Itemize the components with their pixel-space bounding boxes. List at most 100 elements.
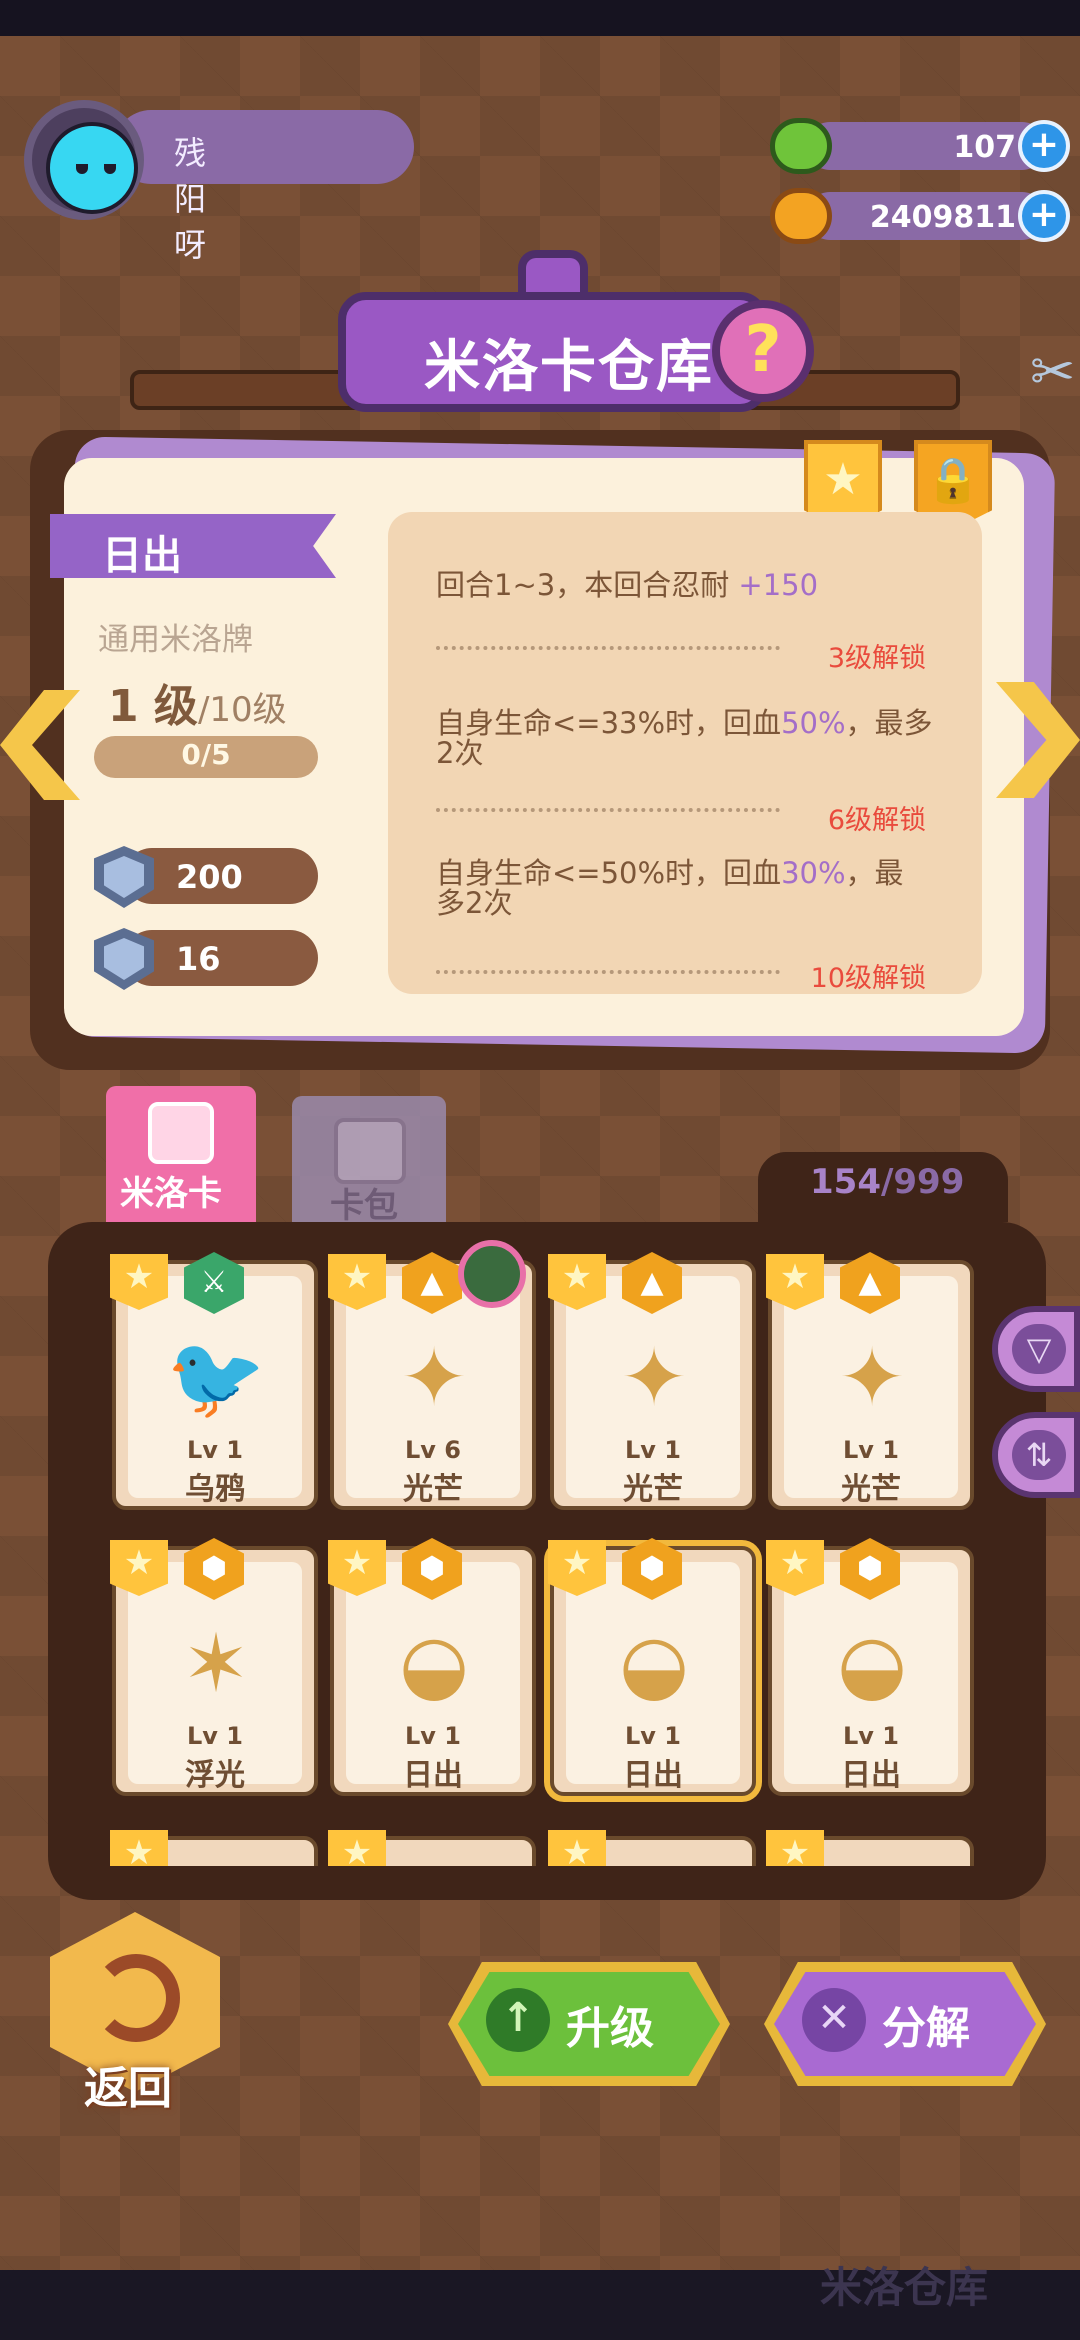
sunrise-icon: ◒ <box>399 1617 469 1710</box>
card-level: Lv 1 <box>625 1436 681 1464</box>
star-icon: ★ <box>823 454 863 505</box>
username: 残阳呀 <box>174 134 207 264</box>
add-coins-button[interactable]: + <box>1018 190 1070 242</box>
card-type: 通用米洛牌 <box>98 622 253 658</box>
back-label[interactable]: 返回 <box>84 2052 172 2116</box>
card-name: 乌鸦 <box>185 1472 245 1507</box>
skill-3-text: 自身生命<=50%时，回血30%，最多2次 <box>436 856 904 920</box>
skills-box: 回合1~3，本回合忍耐 +150 3级解锁 自身生命<=33%时，回血50%，最… <box>388 512 982 994</box>
gold-planet-coin-icon <box>770 188 832 244</box>
add-gems-button[interactable]: + <box>1018 120 1070 172</box>
upgrade-button[interactable]: ↑ 升级 <box>448 1962 730 2086</box>
coin-count: 2409811 <box>869 200 1016 235</box>
tab-label: 米洛卡 <box>120 1174 222 1214</box>
card-level: 1 级/10级 <box>108 670 287 734</box>
tab-card-pack[interactable]: 卡包 <box>292 1096 446 1226</box>
card-name: 光芒 <box>403 1472 463 1507</box>
card-name-tag <box>50 514 336 578</box>
card-name: 光芒 <box>623 1472 683 1507</box>
card-level: Lv 1 <box>187 1436 243 1464</box>
card-name: 日出 <box>623 1758 683 1793</box>
up-arrow-icon: ↑ <box>486 1988 550 2052</box>
crow-icon: 🐦 <box>166 1331 266 1424</box>
card-level: Lv 1 <box>625 1722 681 1750</box>
card-item[interactable]: ◒ ★ ⬢ Lv 1 日出 <box>328 1538 536 1796</box>
skill-1-unlock: 3级解锁 <box>827 643 926 674</box>
card-level: Lv 1 <box>843 1436 899 1464</box>
hp-value: 200 <box>176 858 243 896</box>
equipped-avatar-icon <box>458 1240 526 1308</box>
card-name: 日出 <box>403 1758 463 1793</box>
tab-label: 卡包 <box>330 1186 398 1226</box>
star-icon: ★ <box>548 1830 606 1866</box>
star-burst-icon: ✦ <box>838 1331 906 1424</box>
scissors-icon[interactable]: ✂ <box>1030 340 1080 410</box>
hp-stat: 200 <box>94 846 318 908</box>
defense-value: 16 <box>176 940 221 978</box>
star-icon: ★ <box>328 1830 386 1866</box>
card-level: Lv 6 <box>405 1436 461 1464</box>
divider <box>436 808 780 812</box>
skill-1-text: 回合1~3，本回合忍耐 +150 <box>436 568 819 602</box>
exp-value: 0/5 <box>181 738 231 771</box>
sunrise-icon: ◒ <box>619 1617 689 1710</box>
profile-name-pill <box>114 110 414 184</box>
card-item[interactable]: ★ <box>548 1830 756 1866</box>
card-name: 光芒 <box>841 1472 901 1507</box>
skill-2-unlock: 6级解锁 <box>827 805 926 836</box>
card-grid[interactable]: 🐦 ★ ⚔ Lv 1 乌鸦 ✦ ★ ▲ Lv 6 光芒 ✦ ★ ▲ Lv 1 光… <box>66 1240 996 1866</box>
filter-button[interactable]: ▽ <box>992 1306 1080 1392</box>
sort-button[interactable]: ⇅ <box>992 1412 1080 1498</box>
floating-star-icon: ✶ <box>182 1617 250 1710</box>
currency-coins: 2409811 + <box>770 188 1070 244</box>
card-item[interactable]: ✶ ★ ⬢ Lv 1 浮光 <box>110 1538 318 1796</box>
tab-milo-cards[interactable]: 米洛卡 <box>106 1086 256 1226</box>
star-burst-icon: ✦ <box>400 1331 468 1424</box>
status-bar-area <box>0 0 1080 36</box>
x-icon: ✕ <box>802 1988 866 2052</box>
card-level: Lv 1 <box>405 1722 461 1750</box>
card-item[interactable]: ★ <box>110 1830 318 1866</box>
return-arrow-icon <box>92 1954 180 2042</box>
level-current: 1 级 <box>108 681 198 732</box>
decompose-button[interactable]: ✕ 分解 <box>764 1962 1046 2086</box>
page-title: 米洛卡仓库 <box>424 335 714 400</box>
skill-3-unlock: 10级解锁 <box>810 963 926 994</box>
help-button[interactable]: ? <box>712 300 814 402</box>
gem-count: 107 <box>953 130 1016 165</box>
paw-card-icon <box>148 1102 214 1164</box>
decompose-label: 分解 <box>882 2003 970 2054</box>
star-burst-icon: ✦ <box>620 1331 688 1424</box>
filter-icon: ▽ <box>1012 1324 1066 1374</box>
card-item[interactable]: ✦ ★ ▲ Lv 1 光芒 <box>548 1252 756 1510</box>
card-item[interactable]: ✦ ★ ▲ Lv 1 光芒 <box>766 1252 974 1510</box>
card-item[interactable]: ★ <box>328 1830 536 1866</box>
cat-avatar-icon <box>46 122 138 214</box>
card-item[interactable]: 🐦 ★ ⚔ Lv 1 乌鸦 <box>110 1252 318 1510</box>
skill-2-text: 自身生命<=33%时，回血50%，最多2次 <box>436 706 933 770</box>
star-icon: ★ <box>766 1830 824 1866</box>
card-item[interactable]: ◒ ★ ⬢ Lv 1 日出 <box>766 1538 974 1796</box>
card-level: Lv 1 <box>187 1722 243 1750</box>
background-label: 米洛仓库 <box>820 2263 989 2312</box>
green-gem-icon <box>770 118 832 174</box>
sunrise-icon: ◒ <box>837 1617 907 1710</box>
title-banner: 米洛卡仓库 <box>338 292 768 412</box>
divider <box>436 646 780 650</box>
inventory-count: 154/999 <box>810 1162 965 1202</box>
card-name: 浮光 <box>185 1758 245 1793</box>
card-name: 日出 <box>841 1758 901 1793</box>
defense-stat: 16 <box>94 928 318 990</box>
divider <box>436 970 780 974</box>
level-max: /10级 <box>197 690 287 730</box>
avatar[interactable] <box>24 100 144 220</box>
card-name: 日出 <box>102 533 182 579</box>
card-pack-icon <box>334 1118 406 1184</box>
card-item-selected[interactable]: ◒ ★ ⬢ Lv 1 日出 <box>548 1538 756 1796</box>
lock-icon: 🔒 <box>925 455 981 506</box>
sort-icon: ⇅ <box>1012 1430 1066 1480</box>
upgrade-label: 升级 <box>566 2003 654 2054</box>
currency-gems: 107 + <box>770 118 1070 174</box>
card-item[interactable]: ★ <box>766 1830 974 1866</box>
star-icon: ★ <box>110 1830 168 1866</box>
